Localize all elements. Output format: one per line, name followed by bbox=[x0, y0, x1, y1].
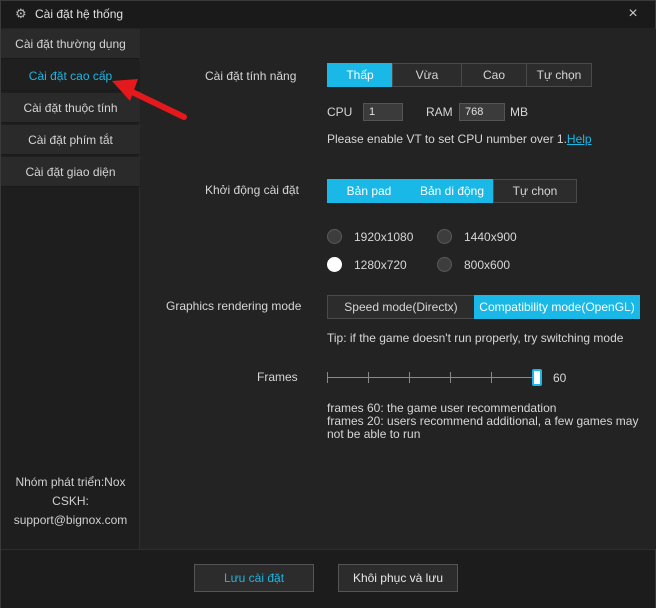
resolution-1440x900-radio[interactable]: 1440x900 bbox=[437, 229, 517, 244]
red-arrow-icon bbox=[112, 79, 187, 120]
vt-note-text: Please enable VT to set CPU number over … bbox=[327, 132, 567, 146]
close-icon[interactable]: × bbox=[625, 5, 641, 23]
frames-slider[interactable] bbox=[327, 369, 542, 387]
radio-button-icon bbox=[437, 257, 452, 272]
resolution-label: 1920x1080 bbox=[354, 229, 414, 244]
support-email: support@bignox.com bbox=[13, 513, 128, 527]
ram-label: RAM bbox=[426, 105, 453, 119]
window-title: Cài đặt hệ thống bbox=[35, 7, 124, 21]
slider-tick bbox=[327, 372, 328, 383]
slider-tick bbox=[409, 372, 410, 383]
support-label: CSKH: bbox=[52, 494, 89, 508]
performance-label: Cài đặt tính năng bbox=[205, 69, 297, 83]
resolution-800x600-radio[interactable]: 800x600 bbox=[437, 257, 510, 272]
settings-window: ⚙ Cài đặt hệ thống × Cài đặt thường dụng… bbox=[0, 0, 656, 608]
save-settings-button[interactable]: Lưu cài đặt bbox=[194, 564, 314, 592]
sidebar-footer: Nhóm phát triển:Nox CSKH: support@bignox… bbox=[1, 473, 140, 530]
resolution-label: 1440x900 bbox=[464, 229, 517, 244]
performance-options: Thấp Vừa Cao Tự chọn bbox=[327, 63, 592, 87]
frames-label: Frames bbox=[257, 370, 298, 384]
vt-note: Please enable VT to set CPU number over … bbox=[327, 132, 592, 146]
performance-custom-button[interactable]: Tự chọn bbox=[526, 63, 592, 87]
slider-tick bbox=[450, 372, 451, 383]
frames-value: 60 bbox=[553, 371, 567, 385]
resolution-1920x1080-radio[interactable]: 1920x1080 bbox=[327, 229, 413, 244]
slider-track bbox=[327, 377, 537, 378]
graphics-directx-button[interactable]: Speed mode(Directx) bbox=[327, 295, 475, 319]
ram-unit: MB bbox=[510, 105, 528, 119]
resolution-1280x720-radio[interactable]: 1280x720 bbox=[327, 257, 407, 272]
graphics-label: Graphics rendering mode bbox=[166, 299, 302, 313]
developer-info: Nhóm phát triển:Nox bbox=[15, 475, 126, 489]
startup-custom-button[interactable]: Tự chọn bbox=[493, 179, 577, 203]
startup-options: Bản pad Bản di động Tự chọn bbox=[327, 179, 577, 203]
sidebar-item-interface-settings[interactable]: Cài đặt giao diện bbox=[1, 157, 140, 187]
radio-button-selected-icon bbox=[327, 257, 342, 272]
performance-low-button[interactable]: Thấp bbox=[327, 63, 393, 87]
cpu-label: CPU bbox=[327, 105, 353, 119]
frames-note: frames 60: the game user recommendation … bbox=[327, 402, 647, 441]
graphics-tip: Tip: if the game doesn't run properly, t… bbox=[327, 331, 624, 345]
graphics-opengl-button[interactable]: Compatibility mode(OpenGL) bbox=[474, 295, 640, 319]
sidebar-item-common-settings[interactable]: Cài đặt thường dụng bbox=[1, 29, 140, 59]
performance-high-button[interactable]: Cao bbox=[461, 63, 527, 87]
main-panel: Cài đặt tính năng Thấp Vừa Cao Tự chọn C… bbox=[141, 29, 656, 549]
radio-button-icon bbox=[437, 229, 452, 244]
slider-tick bbox=[491, 372, 492, 383]
frames-note-line: not be able to run bbox=[327, 427, 421, 441]
resolution-label: 800x600 bbox=[464, 257, 511, 272]
performance-medium-button[interactable]: Vừa bbox=[392, 63, 462, 87]
help-link[interactable]: Help bbox=[567, 132, 592, 146]
footer-bar: Lưu cài đặt Khôi phục và lưu bbox=[1, 549, 655, 608]
gear-icon: ⚙ bbox=[15, 6, 27, 21]
startup-mobile-button[interactable]: Bản di động bbox=[410, 179, 494, 203]
cpu-input[interactable]: 1 bbox=[363, 103, 403, 121]
startup-label: Khởi động cài đặt bbox=[205, 183, 299, 197]
resolution-label: 1280x720 bbox=[354, 257, 407, 272]
slider-tick bbox=[368, 372, 369, 383]
title-bar[interactable]: ⚙ Cài đặt hệ thống × bbox=[1, 1, 655, 28]
slider-handle[interactable] bbox=[532, 369, 542, 386]
sidebar-item-shortcut-settings[interactable]: Cài đặt phím tắt bbox=[1, 125, 140, 155]
restore-and-save-button[interactable]: Khôi phục và lưu bbox=[338, 564, 458, 592]
graphics-options: Speed mode(Directx) Compatibility mode(O… bbox=[327, 295, 640, 319]
ram-input[interactable]: 768 bbox=[459, 103, 505, 121]
startup-pad-button[interactable]: Bản pad bbox=[327, 179, 411, 203]
radio-button-icon bbox=[327, 229, 342, 244]
